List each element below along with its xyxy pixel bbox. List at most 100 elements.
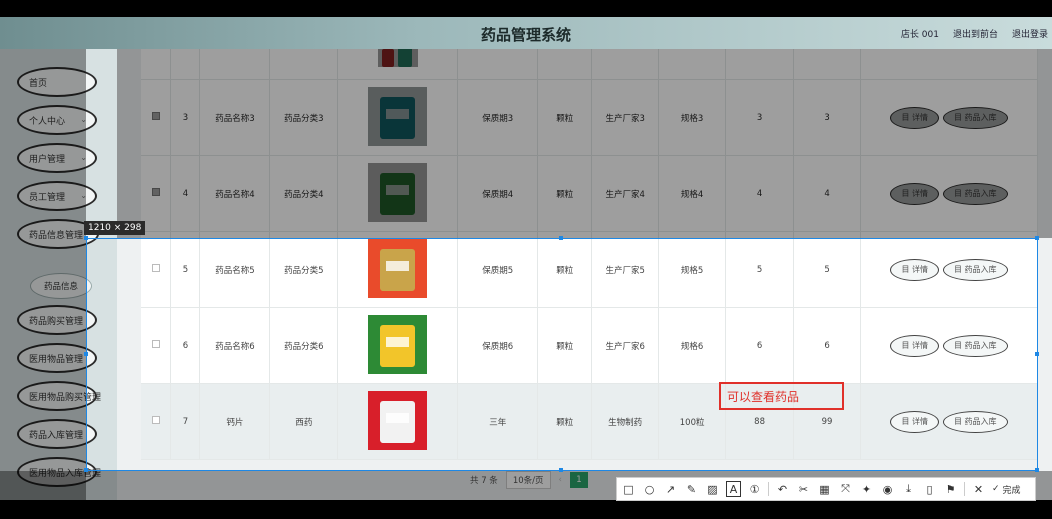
download-icon[interactable]: ⤓: [901, 481, 916, 497]
resize-handle[interactable]: [559, 236, 563, 240]
text-annotation[interactable]: 可以查看药品: [719, 382, 844, 410]
prev-page-button[interactable]: ‹: [559, 475, 562, 485]
manufacturer: 生产厂家5: [605, 265, 645, 276]
drug-image: [368, 238, 428, 298]
done-button[interactable]: ✓ 完成: [992, 483, 1021, 496]
number-icon[interactable]: ①: [747, 481, 762, 497]
table-cell: 生产厂家3: [591, 79, 660, 156]
resize-handle[interactable]: [1035, 352, 1039, 356]
sidebar-item-drug-purchase[interactable]: 药品购买管理: [17, 305, 97, 335]
expiry: 保质期4: [482, 189, 514, 200]
sidebar-item-medical-goods[interactable]: 医用物品管理: [17, 343, 97, 373]
specification: 规格4: [680, 189, 704, 200]
table-cell: 6: [170, 307, 201, 384]
detail-button[interactable]: 目 详情: [890, 106, 939, 129]
close-icon[interactable]: ✕: [971, 481, 986, 497]
row-index: 5: [182, 264, 189, 275]
sidebar-item-medical-goods-stock[interactable]: 医用物品入库管理: [17, 457, 101, 487]
drug-image: [368, 162, 428, 222]
table-cell: 3: [170, 79, 201, 156]
rectangle-icon[interactable]: □: [621, 481, 636, 497]
stock-in-button[interactable]: 目 药品入库: [943, 258, 1008, 281]
circle-icon[interactable]: ○: [642, 481, 657, 497]
detail-button[interactable]: 目 详情: [890, 410, 939, 433]
drug-table: 3 药品名称3 药品分类3 保质期3 颗粒 生产厂家3 规格3 3 3 目 详情目 药品入库 4 药品…: [141, 17, 1038, 460]
sidebar-item-drug-stock[interactable]: 药品入库管理: [17, 419, 97, 449]
undo-icon[interactable]: ↶: [775, 481, 790, 497]
row-checkbox[interactable]: [151, 416, 160, 424]
sidebar-item-profile[interactable]: 个人中心 ⌄: [17, 105, 97, 135]
table-cell: 100粒: [658, 383, 727, 460]
detail-button[interactable]: 目 详情: [890, 334, 939, 357]
row-checkbox[interactable]: [151, 112, 160, 120]
table-cell: 药品分类3: [269, 79, 339, 156]
back-to-front-link[interactable]: 退出到前台: [953, 27, 998, 40]
table-cell: 保质期4: [457, 155, 539, 232]
sidebar-item-label: 个人中心: [29, 116, 66, 127]
table-cell: 药品名称3: [199, 79, 271, 156]
table-cell: 5: [725, 231, 795, 308]
row-checkbox[interactable]: [151, 264, 160, 272]
table-cell: [141, 79, 172, 156]
resize-handle[interactable]: [84, 468, 88, 472]
resize-handle[interactable]: [1035, 236, 1039, 240]
row-index: 3: [182, 112, 189, 123]
resize-handle[interactable]: [1035, 468, 1039, 472]
manufacturer: 生产厂家3: [605, 113, 645, 124]
selection-size-label: 1210 × 298: [84, 221, 146, 235]
stock-in-button[interactable]: 目 药品入库: [943, 182, 1008, 205]
table-cell: 颗粒: [537, 155, 593, 232]
sidebar-item-label: 首页: [29, 78, 48, 89]
sidebar-item-staff[interactable]: 员工管理 ⌄: [17, 181, 97, 211]
stock-in-button[interactable]: 目 药品入库: [943, 106, 1008, 129]
table-cell: 3: [793, 79, 861, 156]
record-icon[interactable]: ◉: [880, 481, 895, 497]
cut-icon[interactable]: ✂: [796, 481, 811, 497]
table-row: 5 药品名称5 药品分类5 保质期5 颗粒 生产厂家5 规格5 5 5 目 详情目 药品入库: [141, 231, 1038, 308]
row-checkbox[interactable]: [151, 340, 160, 348]
logout-link[interactable]: 退出登录: [1012, 27, 1048, 40]
quantity-b: 3: [824, 112, 830, 123]
drug-category: 药品分类3: [284, 113, 324, 124]
specification: 规格6: [680, 341, 704, 352]
pen-icon[interactable]: ✎: [684, 481, 699, 497]
resize-handle[interactable]: [559, 468, 563, 472]
resize-handle[interactable]: [84, 352, 88, 356]
specification: 100粒: [679, 417, 705, 428]
table-cell: 目 详情目 药品入库: [860, 79, 1038, 156]
table-cell: 保质期5: [457, 231, 539, 308]
table-cell: 3: [725, 79, 795, 156]
page-size-select[interactable]: 10条/页: [505, 471, 551, 489]
top-bar: 药品管理系统 店长 001 退出到前台 退出登录: [0, 17, 1052, 49]
row-checkbox[interactable]: [151, 188, 160, 196]
table-row: 6 药品名称6 药品分类6 保质期6 颗粒 生产厂家6 规格6 6 6 目 详情目 药品入库: [141, 307, 1038, 384]
bookmark-icon[interactable]: ⚑: [943, 481, 958, 497]
stock-in-button[interactable]: 目 药品入库: [943, 334, 1008, 357]
detail-button[interactable]: 目 详情: [890, 258, 939, 281]
ocr-icon[interactable]: ▦: [817, 481, 832, 497]
table-cell: 药品名称5: [199, 231, 271, 308]
page-number[interactable]: 1: [569, 472, 588, 488]
stock-in-button[interactable]: 目 药品入库: [943, 410, 1008, 433]
sidebar-subitem-drug-info[interactable]: 药品信息: [30, 273, 92, 299]
save-icon[interactable]: ▯: [922, 481, 937, 497]
sidebar-item-home[interactable]: 首页: [17, 67, 97, 97]
table-cell: 目 详情目 药品入库: [860, 383, 1038, 460]
mosaic-icon[interactable]: ▨: [705, 481, 720, 497]
sidebar-item-medical-goods-purchase[interactable]: 医用物品购买管理: [17, 381, 101, 411]
quantity-a: 6: [756, 340, 763, 351]
sidebar-item-users[interactable]: 用户管理 ⌄: [17, 143, 97, 173]
detail-button[interactable]: 目 详情: [890, 182, 939, 205]
table-cell: 规格5: [658, 231, 727, 308]
sidebar-item-label: 医用物品入库管理: [29, 468, 102, 479]
pin-icon[interactable]: ✦: [859, 481, 874, 497]
table-cell: 目 详情目 药品入库: [860, 155, 1038, 232]
translate-icon[interactable]: ⤧: [838, 481, 853, 497]
sidebar-item-label: 药品购买管理: [29, 316, 84, 327]
table-cell: [141, 231, 172, 308]
resize-handle[interactable]: [84, 236, 88, 240]
quantity-b: 5: [824, 264, 830, 275]
sidebar-item-label: 医用物品管理: [29, 354, 84, 365]
arrow-icon[interactable]: ↗: [663, 481, 678, 497]
text-icon[interactable]: A: [726, 481, 741, 497]
